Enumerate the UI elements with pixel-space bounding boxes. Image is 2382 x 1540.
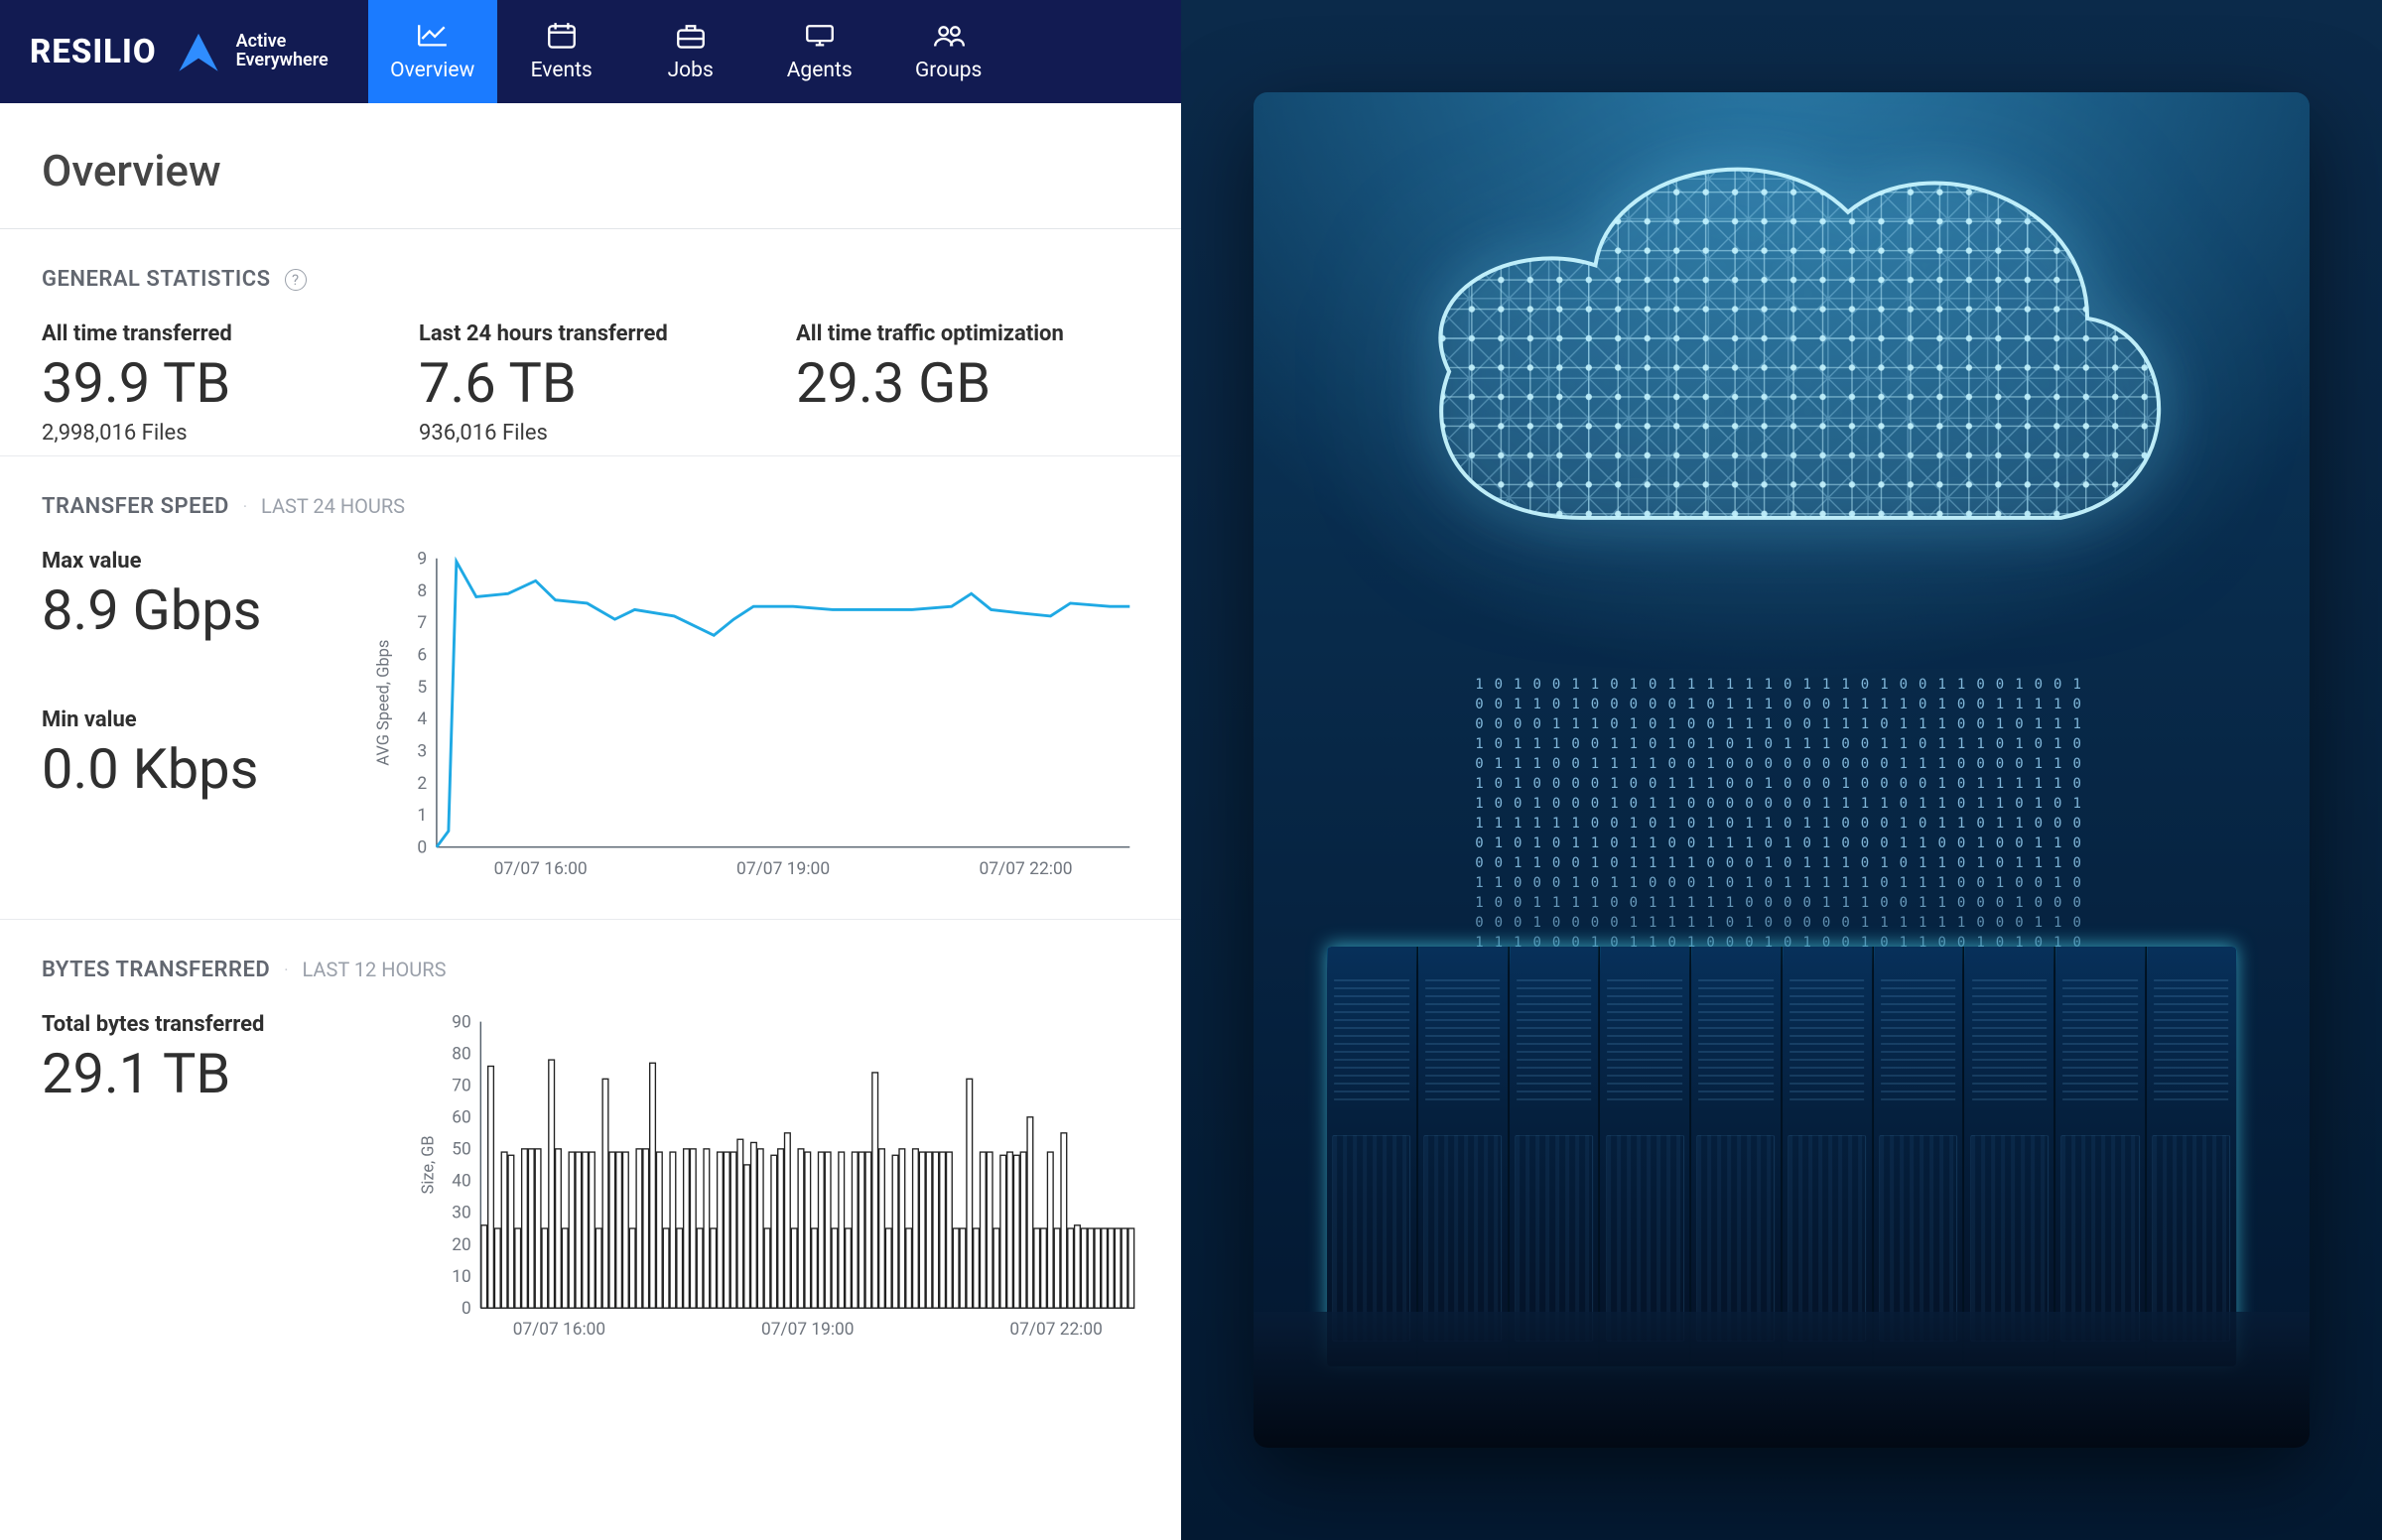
- svg-text:5: 5: [417, 678, 427, 698]
- section-title: TRANSFER SPEED: [42, 494, 229, 519]
- svg-text:20: 20: [452, 1235, 470, 1255]
- svg-text:90: 90: [452, 1012, 470, 1032]
- svg-text:07/07 16:00: 07/07 16:00: [494, 859, 588, 879]
- svg-text:80: 80: [452, 1044, 470, 1064]
- svg-text:AVG Speed, Gbps: AVG Speed, Gbps: [374, 639, 393, 765]
- stat-traffic-optimization: All time traffic optimization 29.3 GB: [796, 321, 1064, 446]
- nav-tab-events[interactable]: Events: [497, 0, 626, 103]
- stat-label: Total bytes transferred: [42, 1012, 414, 1037]
- stat-label: Min value: [42, 707, 369, 732]
- stat-value: 29.3 GB: [796, 354, 1064, 413]
- briefcase-icon: [674, 21, 708, 51]
- server-racks: [1327, 947, 2236, 1366]
- svg-text:0: 0: [462, 1299, 471, 1319]
- nav-tab-groups[interactable]: Groups: [884, 0, 1013, 103]
- svg-text:4: 4: [417, 709, 427, 729]
- stat-extra: 2,998,016 Files: [42, 421, 300, 446]
- stat-value: 7.6 TB: [419, 354, 677, 413]
- nav-tab-label: Jobs: [668, 59, 714, 82]
- stat-max-speed: Max value 8.9 Gbps: [42, 549, 369, 648]
- stat-all-time-transferred: All time transferred 39.9 TB 2,998,016 F…: [42, 321, 300, 446]
- section-title: GENERAL STATISTICS: [42, 267, 271, 292]
- general-statistics-section: GENERAL STATISTICS ? All time transferre…: [0, 229, 1181, 456]
- bytes-transferred-section: BYTES TRANSFERRED · LAST 12 HOURS Total …: [0, 920, 1181, 1395]
- stat-total-bytes: Total bytes transferred 29.1 TB: [42, 1012, 414, 1103]
- calendar-icon: [545, 21, 579, 51]
- section-subtitle: LAST 12 HOURS: [302, 958, 446, 981]
- brand-block: RESILIO Active Everywhere: [0, 0, 358, 103]
- page-title: Overview: [42, 145, 1139, 196]
- nav-tab-overview[interactable]: Overview: [368, 0, 497, 103]
- stat-label: All time transferred: [42, 321, 300, 346]
- stat-min-speed: Min value 0.0 Kbps: [42, 707, 369, 807]
- help-icon[interactable]: ?: [285, 269, 307, 291]
- svg-text:7: 7: [417, 613, 427, 633]
- svg-text:Size, GB: Size, GB: [418, 1135, 437, 1194]
- stat-last-24h-transferred: Last 24 hours transferred 7.6 TB 936,016…: [419, 321, 677, 446]
- svg-text:07/07 22:00: 07/07 22:00: [979, 859, 1072, 879]
- stat-value: 0.0 Kbps: [42, 740, 369, 799]
- transfer-speed-section: TRANSFER SPEED · LAST 24 HOURS Max value…: [0, 456, 1181, 920]
- svg-text:1: 1: [417, 806, 427, 826]
- nav-tab-label: Events: [531, 59, 593, 82]
- brand-name: RESILIO: [30, 36, 157, 68]
- svg-text:3: 3: [417, 741, 427, 761]
- agents-icon: [803, 21, 837, 51]
- brand-logo-icon: [175, 28, 222, 75]
- nav-tab-label: Agents: [787, 59, 853, 82]
- stat-value: 8.9 Gbps: [42, 581, 369, 640]
- nav-tab-label: Overview: [390, 59, 474, 82]
- stat-label: Last 24 hours transferred: [419, 321, 677, 346]
- svg-text:07/07 16:00: 07/07 16:00: [513, 1320, 605, 1340]
- bytes-transferred-chart: 0 10 20 30 40 50 60 70 80 90 Size, GB 07/07 16:00 07…: [414, 1012, 1139, 1355]
- hero-illustration: 1010011010111111011101001100100110 00110…: [1181, 0, 2382, 1540]
- svg-text:07/07 19:00: 07/07 19:00: [736, 859, 830, 879]
- top-nav-bar: RESILIO Active Everywhere Overview: [0, 0, 1181, 103]
- svg-text:07/07 22:00: 07/07 22:00: [1009, 1320, 1102, 1340]
- page-header: Overview: [0, 103, 1181, 229]
- brand-tagline: Active Everywhere: [236, 33, 329, 70]
- section-subtitle: LAST 24 HOURS: [261, 494, 405, 518]
- nav-tab-agents[interactable]: Agents: [755, 0, 884, 103]
- svg-text:9: 9: [417, 549, 427, 569]
- svg-text:6: 6: [417, 645, 427, 665]
- chart-line-icon: [416, 21, 450, 51]
- stat-value: 29.1 TB: [42, 1045, 414, 1103]
- transfer-speed-chart: 0 1 2 3 4 5 6 7 8 9 AVG Speed, Gbps 07/07 16:00 07/0…: [369, 549, 1139, 895]
- nav-tab-jobs[interactable]: Jobs: [626, 0, 755, 103]
- svg-text:50: 50: [452, 1140, 470, 1160]
- svg-text:8: 8: [417, 581, 427, 601]
- groups-icon: [932, 21, 966, 51]
- stat-label: Max value: [42, 549, 369, 574]
- svg-text:0: 0: [417, 837, 427, 857]
- section-title: BYTES TRANSFERRED: [42, 958, 270, 982]
- stat-extra: 936,016 Files: [419, 421, 677, 446]
- svg-text:40: 40: [452, 1172, 470, 1192]
- svg-text:30: 30: [452, 1204, 470, 1223]
- nav-tab-label: Groups: [915, 59, 982, 82]
- stat-label: All time traffic optimization: [796, 321, 1064, 346]
- svg-text:07/07 19:00: 07/07 19:00: [761, 1320, 854, 1340]
- svg-text:70: 70: [452, 1076, 470, 1095]
- svg-text:2: 2: [417, 774, 427, 794]
- svg-text:60: 60: [452, 1108, 470, 1128]
- svg-text:10: 10: [452, 1267, 470, 1287]
- cloud-circuit-icon: [1370, 119, 2194, 651]
- stat-value: 39.9 TB: [42, 354, 300, 413]
